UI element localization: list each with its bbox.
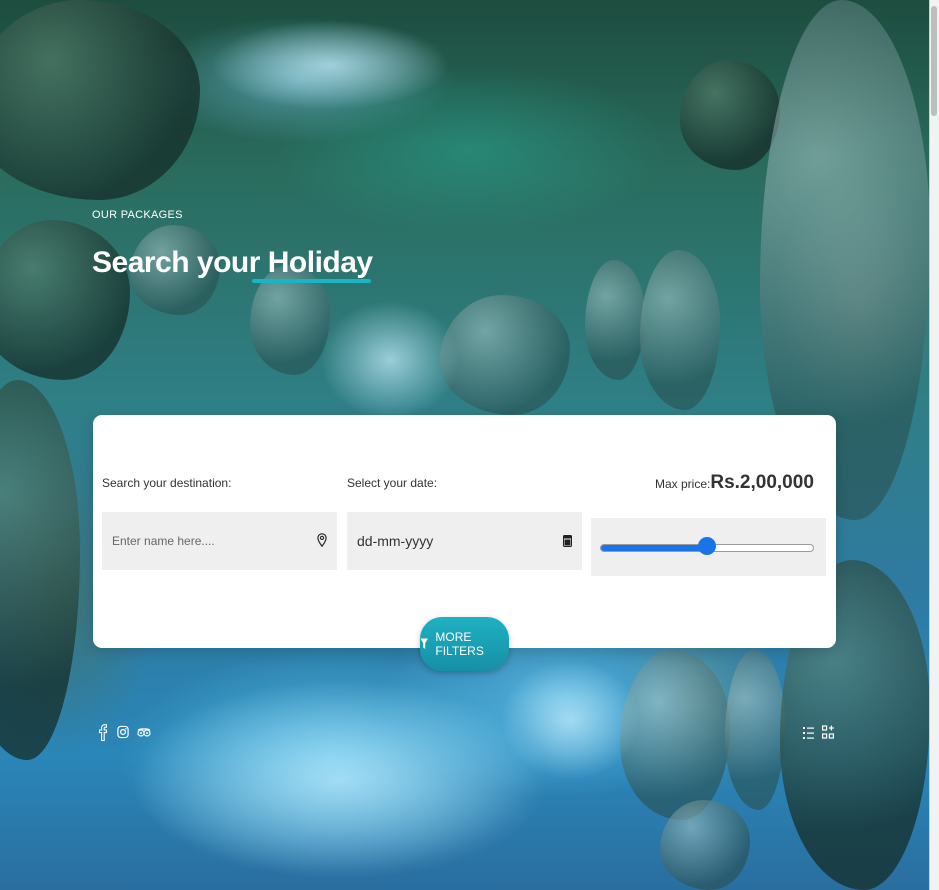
location-pin-icon [317, 533, 327, 547]
instagram-icon[interactable] [117, 721, 129, 743]
more-filters-button[interactable]: MORE FILTERS [420, 617, 509, 671]
price-slider-thumb[interactable] [698, 537, 716, 555]
list-view-icon[interactable] [802, 721, 814, 745]
page-title-accent: Holiday [251, 246, 373, 283]
tripadvisor-icon[interactable] [137, 721, 151, 743]
search-card: Search your destination: Select your dat… [93, 415, 836, 648]
date-label: Select your date: [347, 476, 438, 490]
social-links [97, 721, 151, 743]
price-slider-container [591, 518, 826, 576]
page-title-main: Search your [92, 246, 268, 279]
price-slider-fill [601, 545, 707, 551]
date-input-value: dd-mm-yyyy [357, 533, 434, 549]
max-price-value: Rs.2,00,000 [710, 472, 814, 493]
funnel-icon [420, 638, 428, 649]
max-price-label-text: Max price: [655, 477, 711, 491]
grid-view-icon[interactable] [822, 721, 834, 745]
view-toggle [802, 721, 834, 745]
calendar-icon[interactable] [563, 534, 572, 547]
section-eyebrow: OUR PACKAGES [92, 209, 183, 221]
more-filters-label: MORE FILTERS [435, 630, 484, 658]
max-price-label: Max price:Rs.2,00,000 [655, 472, 814, 494]
destination-input[interactable] [102, 512, 337, 570]
scrollbar[interactable] [929, 0, 939, 890]
date-input[interactable]: dd-mm-yyyy [347, 512, 582, 570]
destination-label: Search your destination: [102, 476, 232, 490]
page-title: Search your Holiday [92, 246, 373, 283]
facebook-icon[interactable] [97, 721, 109, 743]
